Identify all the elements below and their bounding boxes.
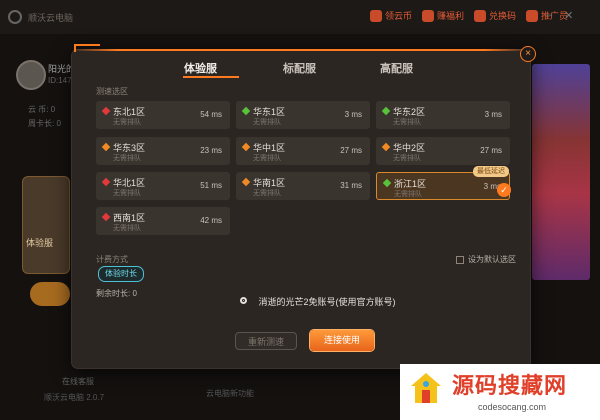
server-queue-status: 无需排队 [394,191,422,198]
lowest-latency-tag: 最低延迟 [473,166,509,177]
server-queue-status: 无需排队 [253,155,281,162]
game-banner-image[interactable] [532,64,590,280]
top-link-coins[interactable]: 领云币 [370,9,412,22]
retest-button[interactable]: 重新测速 [235,332,297,350]
user-id: ID:147 [48,76,72,85]
default-region-label: 设为默认选区 [468,255,516,264]
megaphone-icon [526,9,539,22]
top-link-redeem[interactable]: 兑换码 [474,9,516,22]
default-region-checkbox[interactable]: 设为默认选区 [456,254,516,265]
server-latency: 3 ms [484,110,502,119]
watermark-url: codesocang.com [478,402,547,412]
version-label: 顺沃云电脑 2.0.7 [44,393,105,402]
background-plan-card[interactable] [22,176,70,274]
server-card[interactable]: 华东1区 无需排队 3 ms [236,101,370,129]
server-latency: 31 ms [340,181,362,190]
app-title: 顺沃云电脑 [28,13,74,23]
gift-icon [422,9,435,22]
server-queue-status: 无需排队 [113,155,141,162]
server-latency: 27 ms [480,146,502,155]
watermark-logo-icon [411,373,441,403]
online-support-link[interactable]: 在线客服 [62,376,94,387]
top-links: 领云币 赚福利 兑换码 推广员 [370,9,568,22]
server-card[interactable]: 华南1区 无需排队 31 ms [236,172,370,200]
tab-standard[interactable]: 标配服 [283,60,316,76]
server-latency: 54 ms [200,110,222,119]
dialog-corner-accent [74,44,100,52]
watermark-title: 源码搜藏网 [452,374,568,399]
server-card[interactable]: 华中2区 无需排队 27 ms [376,137,510,165]
account-radio[interactable] [240,297,247,304]
latency-dot-icon [101,212,111,222]
latency-dot-icon [101,177,111,187]
latency-dot-icon [382,178,392,188]
avatar[interactable] [16,60,46,90]
server-queue-status: 无需排队 [113,225,141,232]
latency-dot-icon [101,142,111,152]
server-queue-status: 无需排队 [393,155,421,162]
latency-dot-icon [241,106,251,116]
bottom-news: 云电脑新功能 [206,389,254,398]
server-card[interactable]: 东北1区 无需排队 54 ms [96,101,230,129]
ticket-icon [474,9,487,22]
latency-dot-icon [101,106,111,116]
coin-icon [370,9,382,22]
user-name: 阳光的 [48,64,76,74]
latency-dot-icon [241,142,251,152]
account-option-label: 消逝的光芒2免账号(使用官方账号) [258,297,396,307]
tab-trial[interactable]: 体验服 [184,60,217,76]
server-queue-status: 无需排队 [393,119,421,126]
server-latency: 23 ms [200,146,222,155]
top-link-welfare[interactable]: 赚福利 [422,9,464,22]
dialog-accent-bar [72,49,530,51]
server-queue-status: 无需排队 [253,190,281,197]
server-queue-status: 无需排队 [253,119,281,126]
billing-label: 计费方式 [96,255,128,264]
coins-stat: 云 币: 0 [28,105,56,114]
close-window-icon[interactable]: ✕ [564,9,573,22]
billing-pill[interactable]: 体验时长 [98,266,144,282]
window-controls: – ✕ [546,9,573,22]
connect-button[interactable]: 连接使用 [310,330,374,351]
server-latency: 51 ms [200,181,222,190]
close-button[interactable]: × [520,46,536,62]
remaining-time: 剩余时长: 0 [96,289,137,298]
active-tab-indicator [183,76,239,78]
server-latency: 27 ms [340,146,362,155]
latency-dot-icon [381,106,391,116]
server-card[interactable]: 华北1区 无需排队 51 ms [96,172,230,200]
server-card[interactable]: 华东3区 无需排队 23 ms [96,137,230,165]
latency-dot-icon [381,142,391,152]
section-label: 测速选区 [96,87,128,96]
server-latency: 42 ms [200,216,222,225]
server-card[interactable]: 西南1区 无需排队 42 ms [96,207,230,235]
server-card[interactable]: 华东2区 无需排队 3 ms [376,101,510,129]
app-logo-icon [8,10,22,24]
weekly-card-stat: 周卡长: 0 [28,119,61,128]
checkbox-icon[interactable] [456,255,464,264]
server-queue-status: 无需排队 [113,119,141,126]
selected-check-icon: ✓ [497,183,511,197]
background-start-button[interactable] [30,282,70,306]
server-latency: 3 ms [344,110,362,119]
tab-premium[interactable]: 高配服 [380,60,413,76]
server-queue-status: 无需排队 [113,190,141,197]
minimize-icon[interactable]: – [546,9,552,22]
latency-dot-icon [241,177,251,187]
background-plan-label: 体验服 [26,238,54,248]
server-card[interactable]: 华中1区 无需排队 27 ms [236,137,370,165]
